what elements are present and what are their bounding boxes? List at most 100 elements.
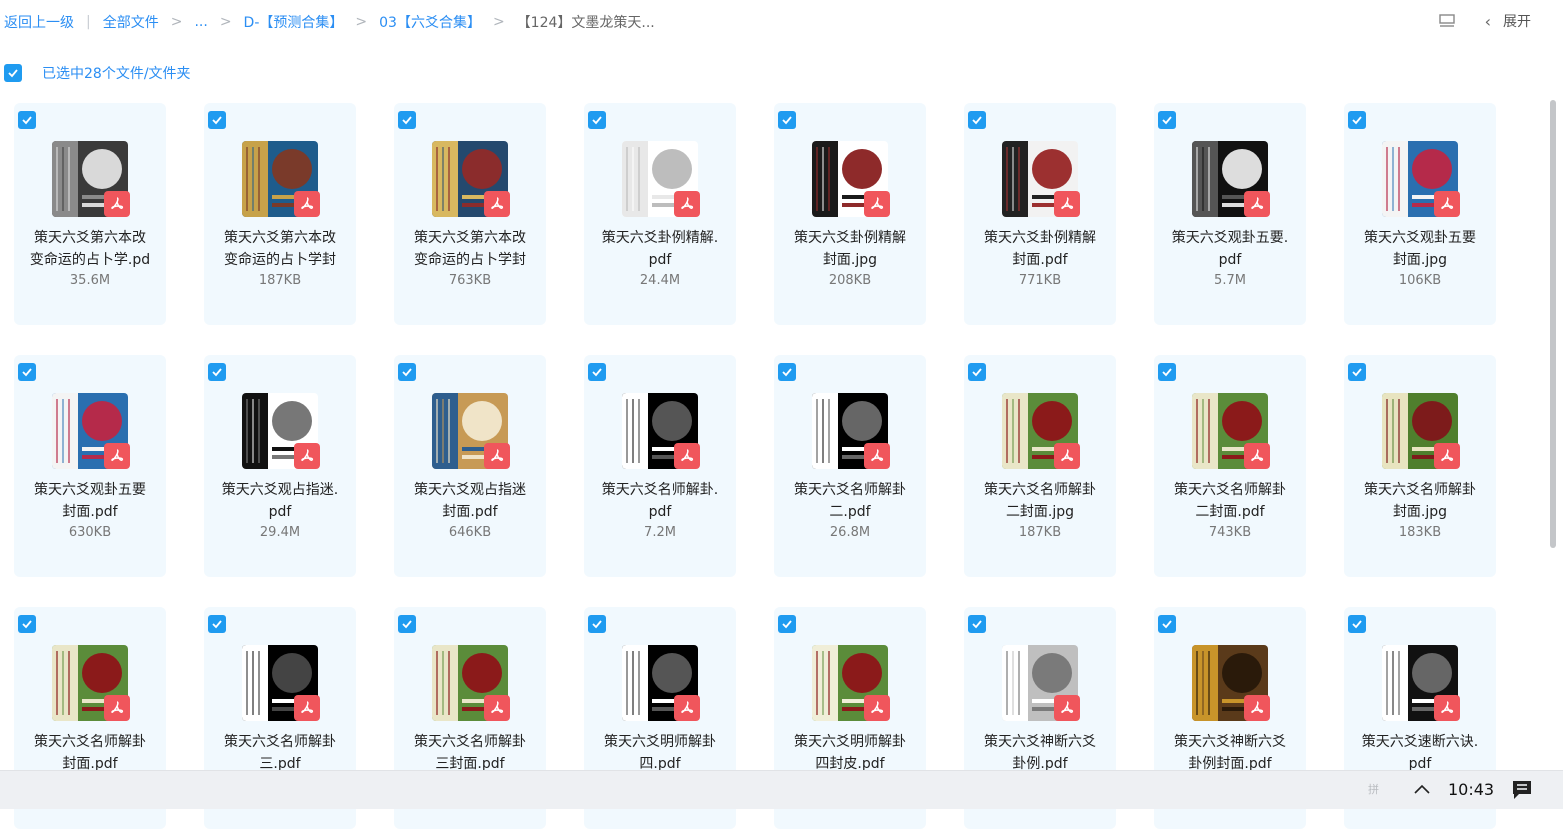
file-size: 5.7M <box>1214 273 1246 288</box>
file-checkbox[interactable] <box>778 111 796 129</box>
check-icon <box>1162 620 1172 629</box>
check-icon <box>1352 620 1362 629</box>
breadcrumb-bar: 返回上一级 | 全部文件 > ... > D-【预测合集】 > 03【六爻合集】… <box>0 0 1563 42</box>
file-card[interactable]: 策天六爻卦例精解. pdf 24.4M <box>584 103 736 325</box>
file-size: 187KB <box>258 273 302 288</box>
file-card[interactable]: 策天六爻观占指迷. pdf 29.4M <box>204 355 356 577</box>
chevron-up-icon[interactable] <box>1410 779 1434 799</box>
pdf-icon <box>1434 191 1460 217</box>
pdf-icon <box>864 695 890 721</box>
file-checkbox[interactable] <box>208 615 226 633</box>
file-checkbox[interactable] <box>778 363 796 381</box>
file-checkbox[interactable] <box>398 615 416 633</box>
file-name-line2: 二封面.jpg <box>1005 504 1075 520</box>
file-checkbox[interactable] <box>778 615 796 633</box>
file-card[interactable]: 策天六爻名师解卦. pdf 7.2M <box>584 355 736 577</box>
file-card[interactable]: 策天六爻观卦五要 封面.pdf 630KB <box>14 355 166 577</box>
breadcrumb-level1[interactable]: D-【预测合集】 <box>244 12 344 32</box>
breadcrumb-separator: > <box>355 14 368 30</box>
breadcrumb-root[interactable]: 全部文件 <box>103 12 159 32</box>
file-name-line1: 策天六爻第六本改 <box>224 230 336 246</box>
check-icon <box>212 116 222 125</box>
input-method-indicator[interactable]: 拼 <box>1368 781 1379 797</box>
file-card[interactable]: 策天六爻名师解卦 二封面.jpg 187KB <box>964 355 1116 577</box>
file-card[interactable]: 策天六爻观卦五要. pdf 5.7M <box>1154 103 1306 325</box>
pdf-icon <box>1054 443 1080 469</box>
file-name-line1: 策天六爻卦例精解. <box>601 230 719 246</box>
file-name-line2: 封面.jpg <box>1392 504 1448 520</box>
file-name-line2: 二.pdf <box>829 504 871 520</box>
file-checkbox[interactable] <box>968 615 986 633</box>
expand-button[interactable]: 展开 <box>1503 11 1531 31</box>
file-name-line1: 策天六爻速断六诀. <box>1361 734 1479 750</box>
select-all-checkbox[interactable] <box>4 64 22 82</box>
file-name-line2: pdf <box>648 252 672 268</box>
pdf-icon <box>484 443 510 469</box>
check-icon <box>782 368 792 377</box>
file-card[interactable]: 策天六爻观占指迷 封面.pdf 646KB <box>394 355 546 577</box>
file-checkbox[interactable] <box>1158 363 1176 381</box>
file-name-line1: 策天六爻观占指迷 <box>414 482 526 498</box>
selection-count: 已选中28个文件/文件夹 <box>42 66 191 82</box>
chevron-left-icon[interactable]: ‹ <box>1485 12 1491 31</box>
scrollbar[interactable] <box>1548 100 1558 548</box>
breadcrumb-level2[interactable]: 03【六爻合集】 <box>379 12 481 32</box>
file-card[interactable]: 策天六爻观卦五要 封面.jpg 106KB <box>1344 103 1496 325</box>
file-name: 策天六爻观占指迷. pdf <box>210 479 350 523</box>
file-checkbox[interactable] <box>1348 111 1366 129</box>
file-checkbox[interactable] <box>1348 615 1366 633</box>
file-name: 策天六爻名师解卦 二封面.pdf <box>1160 479 1300 523</box>
file-checkbox[interactable] <box>968 363 986 381</box>
file-name: 策天六爻卦例精解 封面.pdf <box>970 227 1110 271</box>
file-name: 策天六爻名师解卦 二.pdf <box>780 479 920 523</box>
file-size: 7.2M <box>644 525 676 540</box>
file-name-line1: 策天六爻神断六爻 <box>984 734 1096 750</box>
pdf-icon <box>484 191 510 217</box>
file-checkbox[interactable] <box>588 363 606 381</box>
scrollbar-thumb[interactable] <box>1550 100 1556 548</box>
pdf-icon <box>1054 191 1080 217</box>
file-card[interactable]: 策天六爻卦例精解 封面.pdf 771KB <box>964 103 1116 325</box>
file-card[interactable]: 策天六爻名师解卦 二封面.pdf 743KB <box>1154 355 1306 577</box>
file-size: 24.4M <box>639 273 681 288</box>
file-checkbox[interactable] <box>398 363 416 381</box>
file-card[interactable]: 策天六爻第六本改 变命运的占卜学封 187KB <box>204 103 356 325</box>
file-card[interactable]: 策天六爻卦例精解 封面.jpg 208KB <box>774 103 926 325</box>
file-card[interactable]: 策天六爻第六本改 变命运的占卜学封 763KB <box>394 103 546 325</box>
file-checkbox[interactable] <box>208 111 226 129</box>
check-icon <box>22 620 32 629</box>
file-name-line2: 变命运的占卜学.pd <box>29 252 151 268</box>
pdf-icon <box>294 443 320 469</box>
file-checkbox[interactable] <box>18 615 36 633</box>
file-checkbox[interactable] <box>208 363 226 381</box>
file-card[interactable]: 策天六爻名师解卦 封面.jpg 183KB <box>1344 355 1496 577</box>
file-size: 743KB <box>1208 525 1252 540</box>
file-checkbox[interactable] <box>1158 111 1176 129</box>
file-checkbox[interactable] <box>18 111 36 129</box>
file-checkbox[interactable] <box>1158 615 1176 633</box>
file-size: 29.4M <box>259 525 301 540</box>
file-checkbox[interactable] <box>18 363 36 381</box>
notification-icon[interactable] <box>1510 779 1534 801</box>
check-icon <box>782 116 792 125</box>
file-checkbox[interactable] <box>588 111 606 129</box>
file-name-line2: 变命运的占卜学封 <box>414 252 526 268</box>
file-name-line1: 策天六爻观卦五要. <box>1171 230 1289 246</box>
file-checkbox[interactable] <box>1348 363 1366 381</box>
file-checkbox[interactable] <box>398 111 416 129</box>
clock[interactable]: 10:43 <box>1448 780 1494 799</box>
pdf-icon <box>484 695 510 721</box>
file-checkbox[interactable] <box>968 111 986 129</box>
list-view-icon[interactable] <box>1438 14 1455 28</box>
back-link[interactable]: 返回上一级 <box>4 12 74 32</box>
file-name: 策天六爻明师解卦 四封皮.pdf <box>780 731 920 775</box>
file-checkbox[interactable] <box>588 615 606 633</box>
breadcrumb-separator: > <box>492 14 505 30</box>
breadcrumb-separator: > <box>170 14 183 30</box>
check-icon <box>22 116 32 125</box>
file-card[interactable]: 策天六爻名师解卦 二.pdf 26.8M <box>774 355 926 577</box>
file-size: 646KB <box>448 525 492 540</box>
file-card[interactable]: 策天六爻第六本改 变命运的占卜学.pd 35.6M <box>14 103 166 325</box>
selection-bar: 已选中28个文件/文件夹 <box>4 63 191 83</box>
breadcrumb-ellipsis[interactable]: ... <box>194 14 207 30</box>
